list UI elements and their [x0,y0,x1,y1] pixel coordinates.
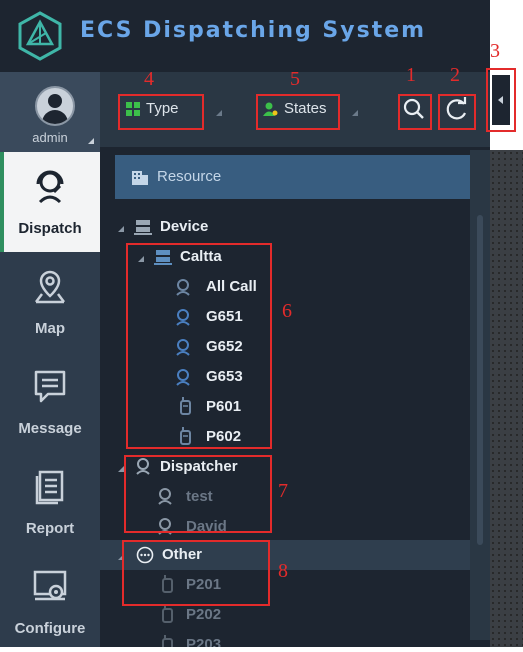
scrollbar-thumb[interactable] [477,215,483,545]
expand-caret-icon [118,226,124,232]
type-filter-label: Type [146,100,179,117]
user-menu[interactable]: admin [0,72,100,152]
device-server-icon [154,250,172,265]
tree-label-device: Device [160,218,209,235]
radio-terminal-icon [162,575,173,593]
tree-label-terminal: P602 [206,428,242,445]
tree-node-terminal[interactable]: P602 [100,422,470,452]
nav-label-map: Map [35,320,65,337]
states-filter-button[interactable]: States [258,92,340,126]
tree-label-dispatcher: Dispatcher [160,458,238,475]
tree-label-terminal: P201 [186,576,222,593]
annotation-label-8: 8 [278,560,288,582]
nav-item-report[interactable]: Report [0,452,100,552]
group-call-icon [176,279,190,296]
resource-tree: Device Caltta All Call G651 G652 G653 P6… [100,202,490,647]
collapse-panel-button[interactable] [492,75,510,125]
radio-terminal-icon [180,427,191,445]
radio-terminal-icon [162,605,173,623]
app-window: ECS Dispatching System admin Dispatch Ma… [0,0,523,647]
type-filter-button[interactable]: Type [122,92,204,126]
more-circle-icon [136,546,154,564]
annotation-label-4: 4 [144,68,154,90]
refresh-icon [446,97,467,120]
nav-label-configure: Configure [14,620,86,637]
tree-label-terminal: P202 [186,606,222,623]
group-icon [176,369,190,386]
dispatch-headset-icon [36,170,64,204]
tree-label-caltta: Caltta [180,248,222,265]
report-icon [35,470,64,505]
building-icon [132,171,148,185]
annotation-label-3: 3 [490,40,500,62]
tree-node-device[interactable]: Device [100,212,470,242]
dispatcher-icon [158,488,172,505]
refresh-button[interactable] [440,92,474,126]
tree-node-group[interactable]: G653 [100,362,470,392]
user-name: admin [32,130,68,145]
tree-label-group: All Call [206,278,257,295]
nav-label-message: Message [18,420,82,437]
group-icon [176,309,190,326]
type-filter-caret-icon [216,110,222,116]
resource-label: Resource [157,168,222,185]
nav-item-configure[interactable]: Configure [0,552,100,652]
app-title: ECS Dispatching System [80,18,427,43]
tree-label-dispatcher-user: David [186,518,227,535]
nav-label-dispatch: Dispatch [18,220,82,237]
states-filter-caret-icon [352,110,358,116]
tree-label-terminal: P203 [186,636,222,647]
tree-node-terminal[interactable]: P203 [100,630,470,647]
nav-item-dispatch[interactable]: Dispatch [0,152,100,252]
tree-label-dispatcher-user: test [186,488,213,505]
search-button[interactable] [398,92,432,126]
tree-label-terminal: P601 [206,398,242,415]
dispatcher-icon [136,458,150,475]
tree-node-dispatcher-group[interactable]: Dispatcher [100,452,470,482]
search-icon [403,98,424,119]
user-menu-caret-icon [88,138,94,144]
tree-node-terminal[interactable]: P601 [100,392,470,422]
annotation-label-6: 6 [282,300,292,322]
group-icon [176,339,190,356]
grid-icon [126,102,140,116]
left-nav: admin Dispatch Map Message Report Config… [0,72,100,647]
avatar [35,86,75,126]
dispatch-panel: Type States Resource Device Caltta All C… [100,72,490,647]
annotation-label-1: 1 [406,64,416,86]
resource-header[interactable]: Resource [115,155,483,199]
annotation-label-7: 7 [278,480,288,502]
app-logo-icon [18,11,62,61]
nav-item-map[interactable]: Map [0,252,100,352]
annotation-label-2: 2 [450,64,460,86]
collapse-arrow-icon [498,96,503,104]
expand-caret-icon [118,554,124,560]
tree-label-group: G651 [206,308,243,325]
title-bar: ECS Dispatching System [0,0,490,72]
tree-scrollbar[interactable] [470,150,490,640]
dispatcher-icon [158,518,172,535]
expand-caret-icon [138,256,144,262]
nav-item-message[interactable]: Message [0,352,100,452]
tree-node-terminal[interactable]: P202 [100,600,470,630]
tree-node-group[interactable]: G652 [100,332,470,362]
nav-label-report: Report [25,520,75,537]
splitter-texture [490,150,523,647]
tree-label-group: G653 [206,368,243,385]
tree-node-caltta[interactable]: Caltta [100,242,470,272]
states-filter-label: States [284,100,327,117]
message-icon [34,370,66,403]
tree-node-group[interactable]: All Call [100,272,470,302]
tree-node-dispatcher[interactable]: David [100,512,470,542]
radio-terminal-icon [180,397,191,415]
configure-gear-icon [33,570,67,601]
device-server-icon [134,220,152,235]
annotation-label-5: 5 [290,68,300,90]
radio-terminal-icon [162,635,173,647]
user-status-icon [263,102,278,116]
map-pin-icon [35,270,65,304]
tree-label-other: Other [162,546,203,563]
tree-label-group: G652 [206,338,243,355]
expand-caret-icon [118,466,124,472]
